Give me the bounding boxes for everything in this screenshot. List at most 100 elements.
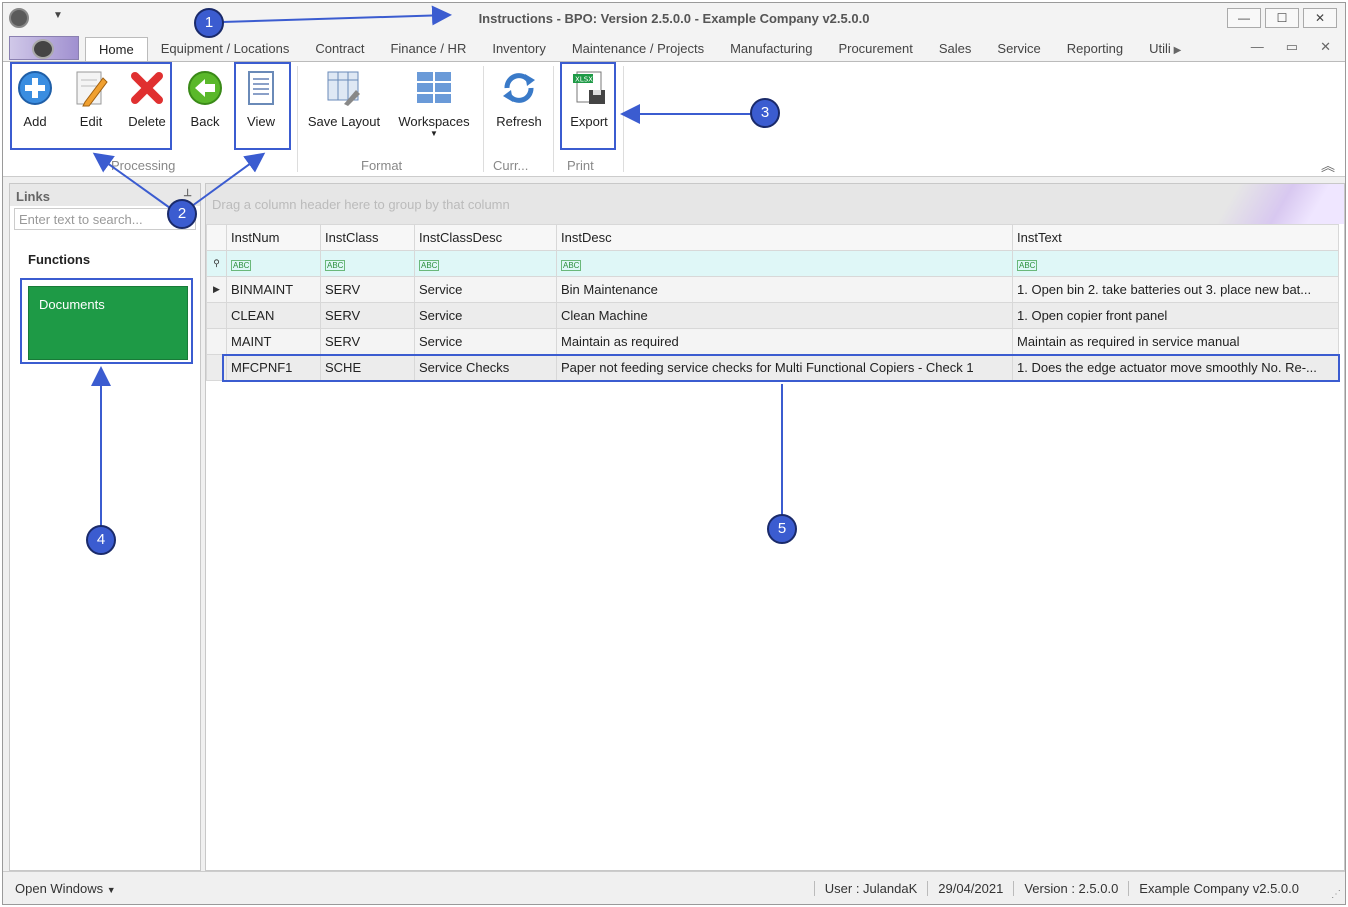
maximize-button[interactable]: ☐ <box>1265 8 1299 28</box>
ribbon-separator <box>553 66 554 172</box>
save-layout-icon <box>327 71 360 106</box>
highlight-documents-tile <box>20 278 193 364</box>
tab-maintenance-projects[interactable]: Maintenance / Projects <box>559 37 717 61</box>
tab-home[interactable]: Home <box>85 37 148 61</box>
tab-finance-hr[interactable]: Finance / HR <box>377 37 479 61</box>
back-button[interactable]: Back <box>179 68 231 129</box>
text-filter-icon: ABC <box>419 260 440 271</box>
save-layout-button[interactable]: Save Layout <box>305 68 383 129</box>
chevron-down-icon: ▼ <box>430 129 438 138</box>
highlight-selected-row <box>222 354 1340 382</box>
cell-instnum[interactable]: MAINT <box>226 328 321 355</box>
column-header-instnum[interactable]: InstNum <box>226 224 321 251</box>
row-indicator <box>206 302 227 329</box>
cell-instclassdesc[interactable]: Service <box>414 328 557 355</box>
cell-instnum[interactable]: CLEAN <box>226 302 321 329</box>
group-processing-label: Processing <box>111 158 176 173</box>
mdi-close-button[interactable]: ✕ <box>1320 39 1331 55</box>
cell-instdesc[interactable]: Clean Machine <box>556 302 1013 329</box>
auto-filter-row: ⚲ ABC ABC ABC ABC ABC <box>206 250 1339 277</box>
filter-cell-instclassdesc[interactable]: ABC <box>414 250 557 277</box>
window-title-rest: - BPO: Version 2.5.0.0 - Example Company… <box>552 11 870 26</box>
tab-utilities-label: Utili <box>1149 41 1171 56</box>
pin-icon[interactable]: ⊥ <box>183 188 192 199</box>
open-windows-dropdown[interactable]: Open Windows ▼ <box>15 881 116 896</box>
group-curr-label: Curr... <box>493 158 529 173</box>
callout-2: 2 <box>167 199 197 229</box>
cell-instclass[interactable]: SERV <box>320 302 415 329</box>
status-user: User : JulandaK <box>813 881 928 896</box>
status-date: 29/04/2021 <box>927 881 1013 896</box>
text-filter-icon: ABC <box>561 260 582 271</box>
group-by-area[interactable]: Drag a column header here to group by th… <box>206 184 1344 224</box>
cell-insttext[interactable]: 1. Open bin 2. take batteries out 3. pla… <box>1012 276 1339 303</box>
ribbon-separator <box>297 66 298 172</box>
column-header-instclass[interactable]: InstClass <box>320 224 415 251</box>
callout-4: 4 <box>86 525 116 555</box>
save-layout-label: Save Layout <box>307 114 381 129</box>
table-row[interactable]: CLEAN SERV Service Clean Machine 1. Open… <box>206 302 1339 329</box>
workspaces-button[interactable]: Workspaces ▼ <box>395 68 473 138</box>
close-button[interactable]: ✕ <box>1303 8 1337 28</box>
callout-1: 1 <box>194 8 224 38</box>
window-title-form: Instructions <box>478 11 553 26</box>
cell-instclassdesc[interactable]: Service <box>414 302 557 329</box>
row-indicator <box>206 328 227 355</box>
header-row: InstNum InstClass InstClassDesc InstDesc… <box>206 224 1339 251</box>
callout-3: 3 <box>750 98 780 128</box>
refresh-button[interactable]: Refresh <box>491 68 547 129</box>
cell-insttext[interactable]: 1. Open copier front panel <box>1012 302 1339 329</box>
cell-instclass[interactable]: SERV <box>320 328 415 355</box>
column-header-instdesc[interactable]: InstDesc <box>556 224 1013 251</box>
tab-sales[interactable]: Sales <box>926 37 985 61</box>
tab-contract[interactable]: Contract <box>302 37 377 61</box>
mdi-restore-button[interactable]: ▭ <box>1286 39 1298 55</box>
tab-reporting[interactable]: Reporting <box>1054 37 1136 61</box>
functions-heading: Functions <box>28 252 91 267</box>
application-menu-button[interactable] <box>9 36 79 60</box>
ribbon-separator <box>483 66 484 172</box>
column-header-instclassdesc[interactable]: InstClassDesc <box>414 224 557 251</box>
bpo-logo-icon <box>32 39 54 59</box>
status-bar: Open Windows ▼ User : JulandaK 29/04/202… <box>3 871 1345 904</box>
back-arrow-icon <box>188 71 222 105</box>
filter-cell-instdesc[interactable]: ABC <box>556 250 1013 277</box>
tab-service[interactable]: Service <box>984 37 1053 61</box>
cell-instdesc[interactable]: Bin Maintenance <box>556 276 1013 303</box>
collapse-ribbon-icon[interactable]: ︽ <box>1321 156 1335 176</box>
cell-instclassdesc[interactable]: Service <box>414 276 557 303</box>
back-label: Back <box>190 114 220 129</box>
tab-inventory[interactable]: Inventory <box>479 37 558 61</box>
callout-5: 5 <box>767 514 797 544</box>
cell-instclass[interactable]: SERV <box>320 276 415 303</box>
group-format-label: Format <box>361 158 403 173</box>
table-row[interactable]: MAINT SERV Service Maintain as required … <box>206 328 1339 355</box>
chevron-down-icon: ▼ <box>106 885 116 895</box>
links-title: Links <box>16 189 50 204</box>
status-version: Version : 2.5.0.0 <box>1013 881 1128 896</box>
filter-cell-instnum[interactable]: ABC <box>226 250 321 277</box>
filter-cell-insttext[interactable]: ABC <box>1012 250 1339 277</box>
resize-grip-icon[interactable]: ⋰ <box>1331 889 1341 900</box>
table-row[interactable]: ▶ BINMAINT SERV Service Bin Maintenance … <box>206 276 1339 303</box>
tab-equipment-locations[interactable]: Equipment / Locations <box>148 37 303 61</box>
highlight-export-button <box>560 62 616 150</box>
tab-scroll-icon[interactable]: ▶ <box>1171 45 1182 56</box>
filter-pin-icon: ⚲ <box>206 250 227 277</box>
highlight-view-button <box>234 62 291 150</box>
tab-utilities[interactable]: Utili ▶ <box>1136 37 1194 61</box>
tab-manufacturing[interactable]: Manufacturing <box>717 37 825 61</box>
text-filter-icon: ABC <box>1017 260 1038 271</box>
filter-cell-instclass[interactable]: ABC <box>320 250 415 277</box>
cell-instnum[interactable]: BINMAINT <box>226 276 321 303</box>
cell-instdesc[interactable]: Maintain as required <box>556 328 1013 355</box>
column-header-insttext[interactable]: InstText <box>1012 224 1339 251</box>
mdi-minimize-button[interactable]: — <box>1251 39 1264 55</box>
minimize-button[interactable]: — <box>1227 8 1261 28</box>
ribbon-separator <box>623 66 624 172</box>
current-row-indicator-icon: ▶ <box>206 276 227 303</box>
cell-insttext[interactable]: Maintain as required in service manual <box>1012 328 1339 355</box>
text-filter-icon: ABC <box>231 260 252 271</box>
group-print-label: Print <box>567 158 594 173</box>
tab-procurement[interactable]: Procurement <box>825 37 925 61</box>
